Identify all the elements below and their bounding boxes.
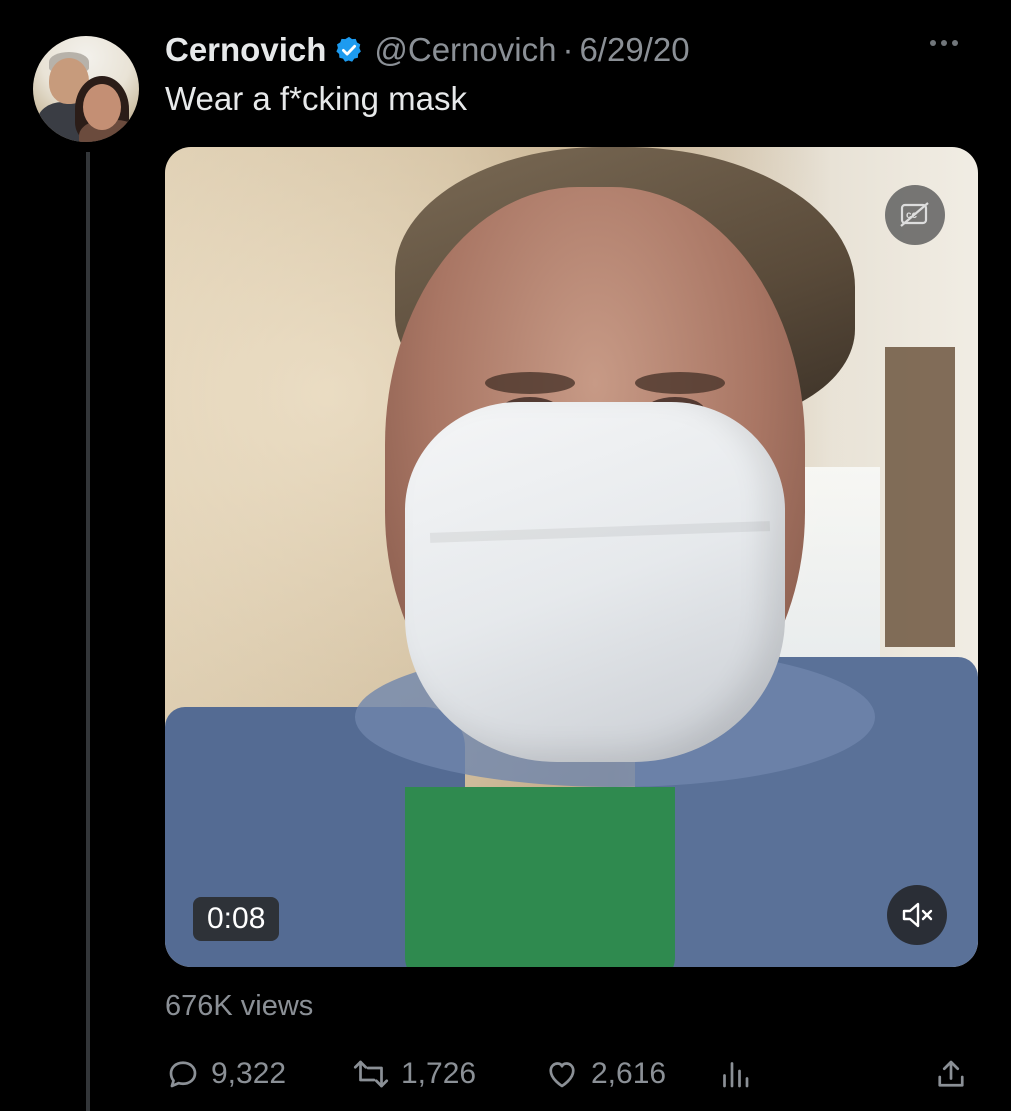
retweet-icon <box>353 1060 389 1088</box>
like-count: 2,616 <box>591 1057 667 1090</box>
like-button[interactable]: 2,616 <box>543 1052 666 1096</box>
more-icon[interactable] <box>930 40 958 46</box>
video-brow-right <box>635 372 725 394</box>
author-name[interactable]: Cernovich <box>165 31 326 69</box>
captions-off-icon[interactable]: cc <box>885 185 945 245</box>
action-bar: 9,322 1,726 2,616 <box>165 1052 975 1096</box>
muted-speaker-icon[interactable] <box>887 885 947 945</box>
video-face-mask <box>405 402 785 762</box>
retweet-button[interactable]: 1,726 <box>351 1052 476 1096</box>
reply-count: 9,322 <box>211 1057 287 1090</box>
reply-icon <box>169 1061 197 1088</box>
share-icon <box>938 1060 964 1087</box>
video-timer: 0:08 <box>193 897 280 941</box>
analytics-icon <box>723 1062 749 1088</box>
reply-button[interactable]: 9,322 <box>165 1052 286 1096</box>
retweet-count: 1,726 <box>401 1057 477 1090</box>
avatar[interactable] <box>33 36 139 142</box>
video-brow-left <box>485 372 575 394</box>
share-button[interactable] <box>933 1052 979 1096</box>
author-handle[interactable]: @Cernovich <box>374 31 556 69</box>
video-player[interactable]: cc 0:08 <box>165 147 978 967</box>
video-shirt <box>405 787 675 967</box>
tweet-header: Cernovich @Cernovich · 6/29/20 <box>165 22 690 78</box>
view-count: 676K views <box>165 990 314 1022</box>
verified-badge-icon <box>336 36 362 62</box>
thread-line <box>86 152 90 1111</box>
tweet-date[interactable]: 6/29/20 <box>579 31 689 69</box>
header-separator: · <box>562 31 574 68</box>
analytics-button[interactable] <box>717 1052 763 1096</box>
tweet-text: Wear a f*cking mask <box>165 80 467 117</box>
heart-icon <box>549 1062 575 1088</box>
